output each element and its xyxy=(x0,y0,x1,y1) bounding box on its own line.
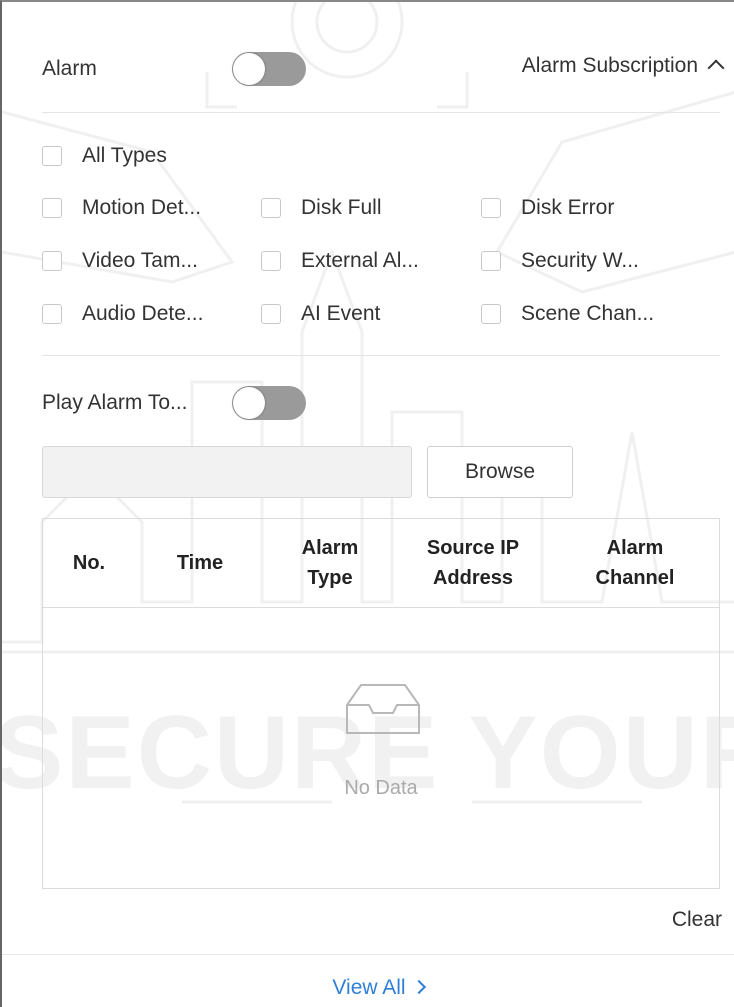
divider xyxy=(42,355,720,356)
alarm-subscription-label: Alarm Subscription xyxy=(521,54,698,77)
checkbox-box[interactable] xyxy=(261,251,281,271)
checkbox-label: Scene Chan... xyxy=(521,302,655,325)
alarm-subscription-toggle[interactable]: Alarm Subscription xyxy=(521,54,725,78)
column-header-source-ip: Source IP Address xyxy=(426,537,520,589)
checkbox-box[interactable] xyxy=(481,198,501,218)
checkbox-external-alarm[interactable]: External Al... xyxy=(261,248,419,274)
checkbox-label: Audio Dete... xyxy=(82,302,204,325)
column-header-no: No. xyxy=(72,552,106,574)
checkbox-label: Motion Det... xyxy=(82,196,202,219)
checkbox-box[interactable] xyxy=(481,251,501,271)
checkbox-box[interactable] xyxy=(42,146,62,166)
empty-state-text: No Data xyxy=(344,777,418,799)
column-header-alarm-channel: Alarm Channel xyxy=(595,537,675,589)
checkbox-box[interactable] xyxy=(481,304,501,324)
checkbox-box[interactable] xyxy=(42,251,62,271)
chevron-right-icon xyxy=(411,979,426,995)
checkbox-ai-event[interactable]: AI Event xyxy=(261,301,380,327)
play-alarm-tone-toggle-knob xyxy=(233,387,265,419)
checkbox-label: Disk Full xyxy=(301,196,382,219)
checkbox-label: Video Tam... xyxy=(82,249,198,272)
alarm-label: Alarm xyxy=(42,57,97,80)
checkbox-label: External Al... xyxy=(301,249,419,272)
checkbox-all-types[interactable]: All Types xyxy=(42,143,167,169)
checkbox-box[interactable] xyxy=(42,304,62,324)
divider xyxy=(42,112,720,113)
empty-box-icon xyxy=(346,684,420,734)
alarm-tone-path-input[interactable] xyxy=(42,446,412,498)
checkbox-label: AI Event xyxy=(301,302,381,325)
column-header-alarm-type: Alarm Type xyxy=(301,537,359,589)
checkbox-label: All Types xyxy=(82,144,167,167)
checkbox-box[interactable] xyxy=(42,198,62,218)
footer-divider xyxy=(2,954,734,955)
alarm-panel: SECURE YOUR LIFE Alarm Alarm Subscriptio… xyxy=(0,0,734,1007)
checkbox-label: Security W... xyxy=(521,249,639,272)
column-header-time: Time xyxy=(176,552,224,574)
checkbox-disk-error[interactable]: Disk Error xyxy=(481,195,614,221)
checkbox-motion-detection[interactable]: Motion Det... xyxy=(42,195,201,221)
checkbox-label: Disk Error xyxy=(521,196,615,219)
panel-content: Alarm Alarm Subscription All Types Motio… xyxy=(2,2,734,1007)
view-all-label: View All xyxy=(332,976,406,999)
checkbox-video-tampering[interactable]: Video Tam... xyxy=(42,248,198,274)
checkbox-scene-change[interactable]: Scene Chan... xyxy=(481,301,654,327)
checkbox-security-warning[interactable]: Security W... xyxy=(481,248,639,274)
play-alarm-tone-label: Play Alarm To... xyxy=(42,391,188,414)
checkbox-box[interactable] xyxy=(261,198,281,218)
view-all-link[interactable]: View All xyxy=(2,976,734,1000)
browse-button[interactable]: Browse xyxy=(427,446,573,498)
alarm-toggle-knob xyxy=(233,53,265,85)
alarm-table: No. Time Alarm Type Source IP Address Al… xyxy=(42,518,720,889)
play-alarm-tone-toggle[interactable] xyxy=(232,386,306,420)
checkbox-audio-detection[interactable]: Audio Dete... xyxy=(42,301,203,327)
checkbox-disk-full[interactable]: Disk Full xyxy=(261,195,382,221)
clear-button[interactable]: Clear xyxy=(672,908,722,932)
chevron-up-icon xyxy=(707,59,725,77)
checkbox-box[interactable] xyxy=(261,304,281,324)
alarm-toggle[interactable] xyxy=(232,52,306,86)
table-header: No. Time Alarm Type Source IP Address Al… xyxy=(43,519,719,608)
